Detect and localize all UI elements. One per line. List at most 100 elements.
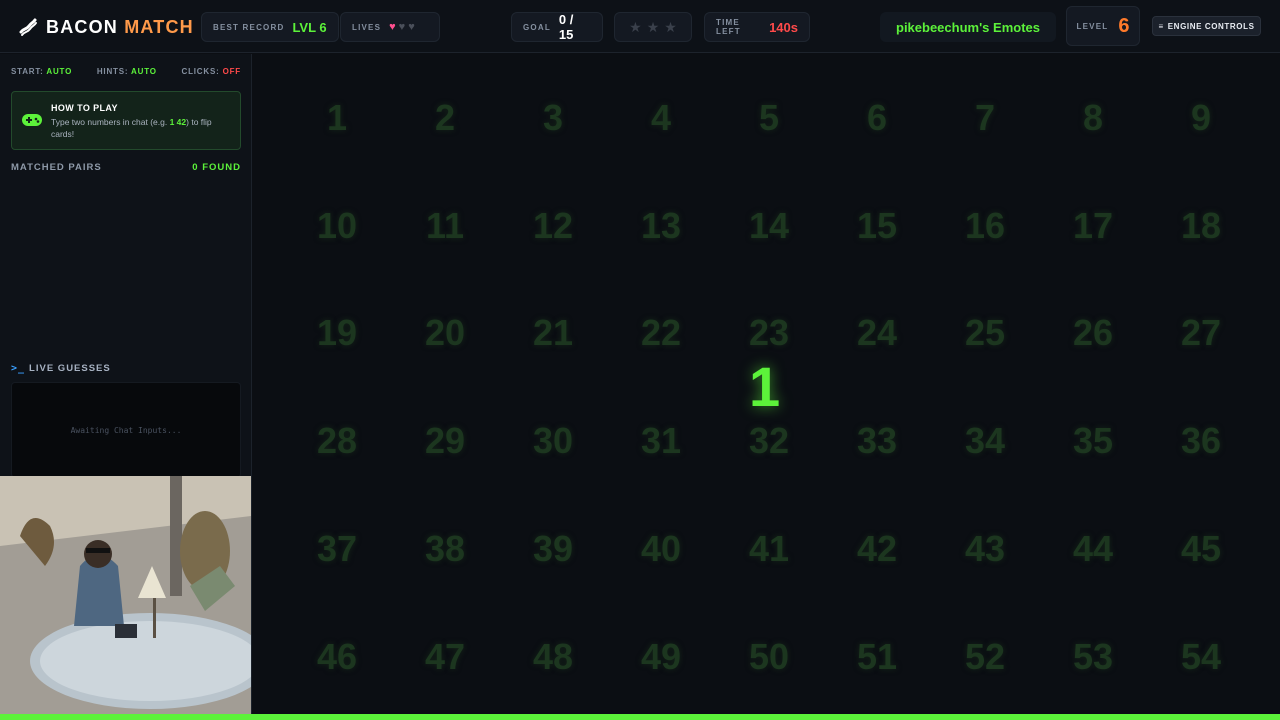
gamepad-icon	[22, 114, 42, 126]
live-guesses-label: LIVE GUESSES	[29, 363, 111, 374]
card-34[interactable]: 34	[931, 387, 1039, 495]
card-28[interactable]: 28	[283, 387, 391, 495]
card-43[interactable]: 43	[931, 495, 1039, 603]
card-13[interactable]: 13	[607, 172, 715, 280]
heart-empty-icon: ♥	[408, 20, 415, 33]
card-20[interactable]: 20	[391, 280, 499, 388]
card-14[interactable]: 14	[715, 172, 823, 280]
how-to-play-text: Type two numbers in chat (e.g. 1 42) to …	[51, 117, 212, 139]
card-45[interactable]: 45	[1147, 495, 1255, 603]
time-left-label: TIME LEFT	[716, 18, 741, 36]
card-26[interactable]: 26	[1039, 280, 1147, 388]
card-8[interactable]: 8	[1039, 64, 1147, 172]
setting-hints-value: AUTO	[131, 67, 157, 76]
card-33[interactable]: 33	[823, 387, 931, 495]
settings-row: START: AUTO HINTS: AUTO CLICKS: OFF	[11, 67, 241, 76]
card-48[interactable]: 48	[499, 603, 607, 711]
terminal-icon: >_	[11, 363, 26, 374]
example-command: 1 42	[169, 117, 187, 127]
live-guesses-feed: Awaiting Chat Inputs...	[11, 382, 241, 478]
card-40[interactable]: 40	[607, 495, 715, 603]
lives-hearts: ♥ ♥ ♥	[389, 20, 415, 33]
star-empty-icon: ★	[664, 19, 677, 35]
card-18[interactable]: 18	[1147, 172, 1255, 280]
stars-rating: ★ ★ ★	[614, 12, 692, 42]
card-38[interactable]: 38	[391, 495, 499, 603]
webcam-scene	[0, 476, 251, 714]
flipped-card-value: 1	[749, 355, 781, 418]
level-stat: LEVEL 6	[1066, 6, 1140, 46]
app-logo: BACON MATCH	[18, 14, 194, 40]
card-30[interactable]: 30	[499, 387, 607, 495]
lives-label: LIVES	[352, 22, 382, 32]
card-9[interactable]: 9	[1147, 64, 1255, 172]
time-left-value: 140s	[769, 19, 798, 35]
card-44[interactable]: 44	[1039, 495, 1147, 603]
time-left-stat: TIME LEFT 140s	[704, 12, 810, 42]
card-5[interactable]: 5	[715, 64, 823, 172]
timer-progress-bar	[0, 714, 1280, 720]
goal-value: 0 / 15	[558, 12, 574, 42]
card-49[interactable]: 49	[607, 603, 715, 711]
card-7[interactable]: 7	[931, 64, 1039, 172]
card-37[interactable]: 37	[283, 495, 391, 603]
card-50[interactable]: 50	[715, 603, 823, 711]
card-4[interactable]: 4	[607, 64, 715, 172]
card-39[interactable]: 39	[499, 495, 607, 603]
setting-start-value: AUTO	[46, 67, 73, 76]
setting-hints: HINTS: AUTO	[96, 67, 157, 76]
game-board: 1 2 3 4 5 6 7 8 9 10 11 12 13 14 15 16 17 18 19 20 21 22 23 24 2…	[253, 54, 1280, 714]
how-to-play-panel: HOW TO PLAY Type two numbers in chat (e.…	[11, 91, 241, 150]
lives-stat: LIVES ♥ ♥ ♥	[340, 12, 440, 42]
top-bar: BACON MATCH BEST RECORD LVL 6 LIVES ♥ ♥ …	[0, 0, 1280, 53]
card-21[interactable]: 21	[499, 280, 607, 388]
card-3[interactable]: 3	[499, 64, 607, 172]
card-35[interactable]: 35	[1039, 387, 1147, 495]
card-27[interactable]: 27	[1147, 280, 1255, 388]
matched-pairs-count: 0 FOUND	[192, 162, 241, 173]
card-29[interactable]: 29	[391, 387, 499, 495]
how-to-play-title: HOW TO PLAY	[51, 103, 118, 113]
card-2[interactable]: 2	[391, 64, 499, 172]
live-guesses-header: >_ LIVE GUESSES	[11, 363, 111, 374]
card-36[interactable]: 36	[1147, 387, 1255, 495]
card-46[interactable]: 46	[283, 603, 391, 711]
best-record-label: BEST RECORD	[213, 22, 285, 32]
card-16[interactable]: 16	[931, 172, 1039, 280]
card-22[interactable]: 22	[607, 280, 715, 388]
card-41[interactable]: 41	[715, 495, 823, 603]
card-19[interactable]: 19	[283, 280, 391, 388]
card-17[interactable]: 17	[1039, 172, 1147, 280]
heart-empty-icon: ♥	[398, 20, 406, 33]
card-31[interactable]: 31	[607, 387, 715, 495]
engine-controls-label: ENGINE CONTROLS	[1167, 21, 1255, 31]
card-47[interactable]: 47	[391, 603, 499, 711]
engine-controls-button[interactable]: ≡ ENGINE CONTROLS	[1152, 16, 1261, 36]
best-record-stat: BEST RECORD LVL 6	[201, 12, 339, 42]
card-25[interactable]: 25	[931, 280, 1039, 388]
card-24[interactable]: 24	[823, 280, 931, 388]
webcam-feed	[0, 476, 251, 714]
card-52[interactable]: 52	[931, 603, 1039, 711]
card-11[interactable]: 11	[391, 172, 499, 280]
card-53[interactable]: 53	[1039, 603, 1147, 711]
logo-word-bacon: BACON	[46, 16, 118, 37]
goal-stat: GOAL 0 / 15	[511, 12, 603, 42]
card-42[interactable]: 42	[823, 495, 931, 603]
card-1[interactable]: 1	[283, 64, 391, 172]
card-51[interactable]: 51	[823, 603, 931, 711]
card-15[interactable]: 15	[823, 172, 931, 280]
matched-pairs-header: MATCHED PAIRS 0 FOUND	[11, 162, 241, 173]
menu-icon: ≡	[1158, 21, 1164, 31]
level-label: LEVEL	[1076, 21, 1109, 31]
card-12[interactable]: 12	[499, 172, 607, 280]
bacon-icon	[19, 18, 37, 36]
card-grid: 1 2 3 4 5 6 7 8 9 10 11 12 13 14 15 16 17 18 19 20 21 22 23 24 2…	[283, 64, 1280, 711]
emotes-title: pikebeechum's Emotes	[880, 12, 1056, 42]
card-10[interactable]: 10	[283, 172, 391, 280]
card-6[interactable]: 6	[823, 64, 931, 172]
card-54[interactable]: 54	[1147, 603, 1255, 711]
logo-word-match: MATCH	[124, 16, 194, 37]
setting-start: START: AUTO	[11, 67, 73, 76]
matched-pairs-label: MATCHED PAIRS	[11, 162, 102, 173]
